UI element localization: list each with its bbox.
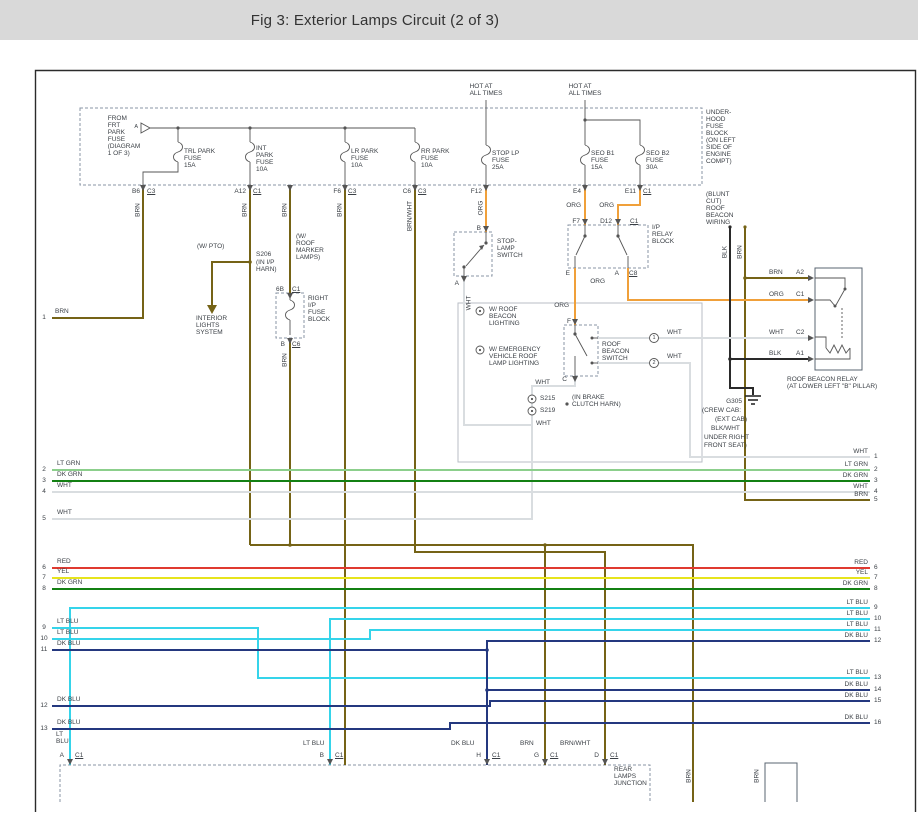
from-frt-park-arrow-icon (141, 123, 150, 133)
roof-beacon-switch-outline (564, 325, 598, 376)
right-ip-fuse-icon (286, 296, 295, 335)
dkblu-wires (52, 641, 870, 765)
ground-icon (745, 396, 761, 404)
dkgrn-wires (52, 481, 870, 589)
roof-beacon-relay-icon (808, 275, 850, 362)
junction-dots (248, 225, 747, 691)
roof-beacon-relay-outline (815, 268, 862, 370)
footnote-circles (476, 307, 659, 415)
fuse-box-internals (143, 100, 645, 185)
interior-lights-arrow-icon (207, 305, 217, 314)
roof-beacon-switch-icon (573, 325, 598, 376)
ltblu-wires (52, 608, 870, 765)
blk-wires (730, 227, 811, 395)
bottom-right-box-outline (765, 763, 797, 802)
ip-relay-block-icons (575, 225, 628, 268)
option-region-outline (458, 303, 702, 462)
stop-lamp-switch-icon (462, 232, 487, 276)
wiring-diagram: HOT AT ALL TIMESHOT AT ALL TIMESFROM FRT… (0, 0, 918, 820)
wiring-diagram-canvas (0, 0, 918, 820)
wht-wires (52, 276, 870, 519)
brn-wires (52, 185, 870, 802)
rear-lamps-junction-outline (60, 765, 650, 802)
